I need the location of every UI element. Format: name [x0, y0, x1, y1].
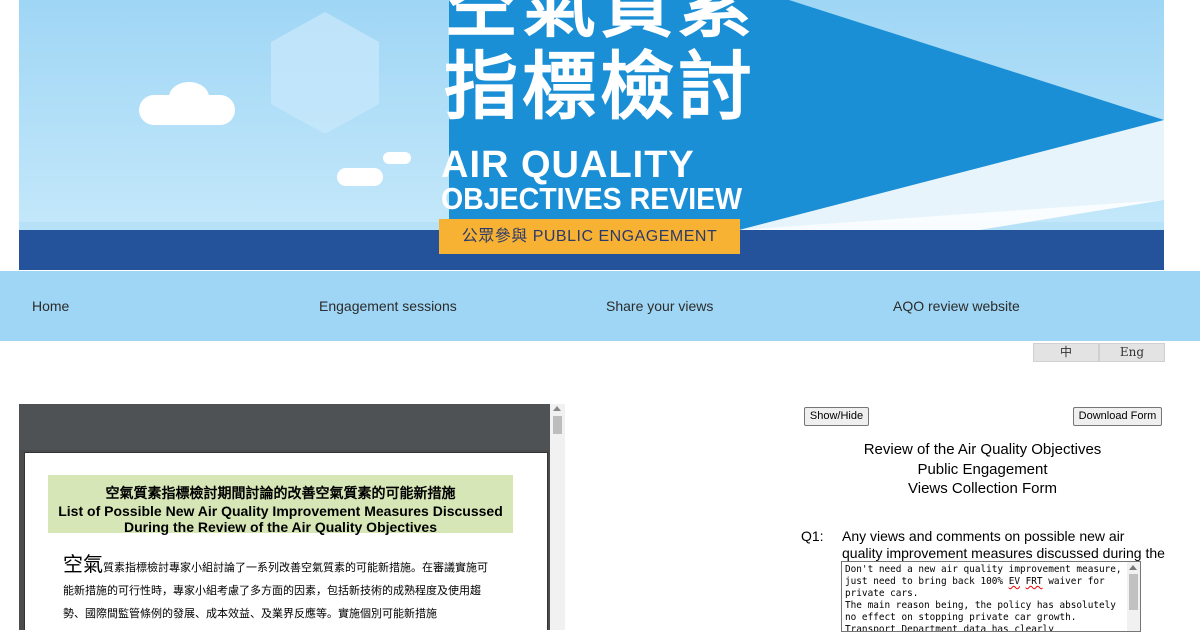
q1-answer-text[interactable]: Don't need a new air quality improvement…: [845, 564, 1125, 631]
download-form-button[interactable]: Download Form: [1073, 407, 1162, 426]
q1-label: Q1:: [801, 528, 824, 544]
q1-answer-frt: FRT: [1025, 576, 1043, 587]
pdf-viewer[interactable]: 空氣質素指標檢討期間討論的改善空氣質素的可能新措施 List of Possib…: [19, 404, 565, 630]
pdf-paragraph-lead: 空氣: [63, 552, 103, 576]
nav-share-your-views[interactable]: Share your views: [606, 271, 713, 341]
pdf-heading-en-line1: List of Possible New Air Quality Improve…: [58, 503, 503, 519]
show-hide-button[interactable]: Show/Hide: [804, 407, 869, 426]
main-nav: Home Engagement sessions Share your view…: [0, 271, 1200, 341]
lang-zh-button[interactable]: 中: [1033, 343, 1099, 362]
pdf-toolbar: [19, 404, 550, 450]
banner-title-en-line2: OBJECTIVES REVIEW: [441, 181, 743, 216]
pdf-page: 空氣質素指標檢討期間討論的改善空氣質素的可能新措施 List of Possib…: [24, 452, 548, 630]
scroll-up-arrow-icon[interactable]: [1129, 565, 1137, 570]
q1-answer-textarea[interactable]: Don't need a new air quality improvement…: [841, 561, 1141, 632]
banner: 空氣質素 指標檢討 AIR QUALITY OBJECTIVES REVIEW …: [19, 0, 1164, 270]
form-title: Review of the Air Quality Objectives Pub…: [820, 440, 1145, 499]
pdf-scrollbar[interactable]: [550, 404, 565, 630]
nav-home[interactable]: Home: [32, 271, 69, 341]
form-title-line2: Public Engagement: [917, 460, 1048, 478]
scroll-up-arrow-icon[interactable]: [553, 406, 561, 411]
pdf-paragraph-body: 質素指標檢討專家小組討論了一系列改善空氣質素的可能新措施。在審議實施可能新措施的…: [63, 561, 488, 620]
form-title-line1: Review of the Air Quality Objectives: [863, 441, 1102, 458]
banner-title-en-line1: AIR QUALITY: [441, 144, 695, 186]
textarea-scrollbar-thumb[interactable]: [1129, 574, 1138, 610]
pdf-heading-zh: 空氣質素指標檢討期間討論的改善空氣質素的可能新措施: [105, 486, 456, 502]
pdf-heading-en-line2: During the Review of the Air Quality Obj…: [124, 519, 437, 535]
pdf-scrollbar-thumb[interactable]: [553, 416, 562, 434]
pdf-heading-box: 空氣質素指標檢討期間討論的改善空氣質素的可能新措施 List of Possib…: [48, 475, 513, 535]
lang-en-button[interactable]: Eng: [1099, 343, 1165, 362]
nav-engagement-sessions[interactable]: Engagement sessions: [319, 271, 457, 341]
public-engagement-badge: 公眾參與 PUBLIC ENGAGEMENT: [439, 219, 740, 254]
nav-aqo-review-website[interactable]: AQO review website: [893, 271, 1020, 341]
q1-answer-ev: EV: [1008, 576, 1020, 587]
banner-title-zh-line2: 指標檢討: [444, 44, 756, 130]
textarea-scrollbar[interactable]: [1127, 562, 1140, 631]
banner-title-zh-line1: 空氣質素: [444, 0, 756, 48]
pdf-paragraph: 空氣質素指標檢討專家小組討論了一系列改善空氣質素的可能新措施。在審議實施可能新措…: [63, 553, 495, 625]
form-title-line3: Views Collection Form: [908, 480, 1057, 497]
